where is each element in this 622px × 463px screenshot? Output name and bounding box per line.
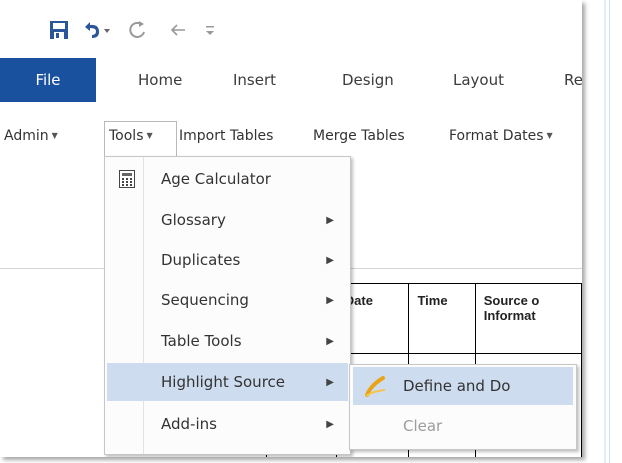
source-header-line1: Source o [483,293,540,308]
submenu-item-clear[interactable]: Clear [353,407,573,445]
chevron-right-icon: ▶ [326,254,334,266]
chevron-down-icon: ▼ [51,131,58,140]
submenu-item-label: Define and Do [403,377,511,395]
tools-button-label-wrap[interactable]: Tools ▼ [109,128,153,144]
tab-layout[interactable]: Layout [453,58,504,102]
tab-references[interactable]: Re [564,58,582,102]
chevron-right-icon: ▶ [326,294,334,306]
table-header-time[interactable]: Time [408,283,476,354]
admin-menu-button[interactable]: Admin ▼ [4,128,58,144]
save-icon[interactable] [47,19,71,41]
submenu-item-define-and-do[interactable]: Define and Do [353,367,573,405]
undo-icon[interactable] [82,19,112,41]
menu-item-label: Table Tools [161,332,242,350]
tools-dropdown-menu: Age Calculator Glossary ▶ Duplicates ▶ S… [104,156,351,455]
admin-label: Admin [4,128,49,144]
chevron-right-icon: ▶ [326,214,334,226]
menu-item-label: Duplicates [161,251,241,269]
menu-item-label: Age Calculator [161,170,271,188]
tools-label: Tools [109,128,144,144]
ribbon-tab-bar: File Home Insert Design Layout Re [0,58,582,102]
table-header-source[interactable]: Source o Informat [474,283,582,354]
menu-item-duplicates[interactable]: Duplicates ▶ [107,241,348,279]
tab-insert[interactable]: Insert [233,58,276,102]
menu-item-label: Glossary [161,211,226,229]
word-window: File Home Insert Design Layout Re Admin ▼… [0,0,582,457]
chevron-down-icon: ▼ [546,131,553,140]
chevron-right-icon: ▶ [326,335,334,347]
submenu-item-label: Clear [403,417,443,435]
menu-item-label: Highlight Source [161,373,286,391]
tab-design[interactable]: Design [342,58,394,102]
merge-tables-button[interactable]: Merge Tables [313,128,405,144]
menu-item-label: Sequencing [161,291,249,309]
tab-file[interactable]: File [0,58,96,102]
calculator-icon [119,170,135,192]
menu-item-highlight-source[interactable]: Highlight Source ▶ [107,363,348,401]
back-icon[interactable] [168,19,188,41]
redo-icon[interactable] [126,19,150,41]
background-frame-edge [604,0,606,463]
format-dates-button[interactable]: Format Dates ▼ [449,128,553,144]
chevron-down-icon: ▼ [146,131,153,140]
menu-item-sequencing[interactable]: Sequencing ▶ [107,281,348,319]
source-header-line2: Informat [483,308,536,323]
menu-item-glossary[interactable]: Glossary ▶ [107,201,348,239]
quick-access-toolbar [0,0,582,58]
chevron-right-icon: ▶ [326,418,334,430]
highlight-source-submenu: Define and Do Clear [349,364,577,450]
format-dates-label: Format Dates [449,128,544,144]
chevron-right-icon: ▶ [326,376,334,388]
customize-icon[interactable] [200,19,220,41]
menu-item-label: Add-ins [161,415,217,433]
highlighter-icon [363,375,387,401]
menu-item-age-calculator[interactable]: Age Calculator [107,160,348,198]
menu-item-table-tools[interactable]: Table Tools ▶ [107,322,348,360]
import-tables-button[interactable]: Import Tables [179,128,273,144]
tab-home[interactable]: Home [138,58,182,102]
background-frame-edge [609,0,610,463]
menu-item-add-ins[interactable]: Add-ins ▶ [107,405,348,443]
ribbon-tab-strip: Home Insert Design Layout Re [96,58,582,102]
ribbon-command-row: Admin ▼ Import Tables Merge Tables Format… [0,102,582,152]
